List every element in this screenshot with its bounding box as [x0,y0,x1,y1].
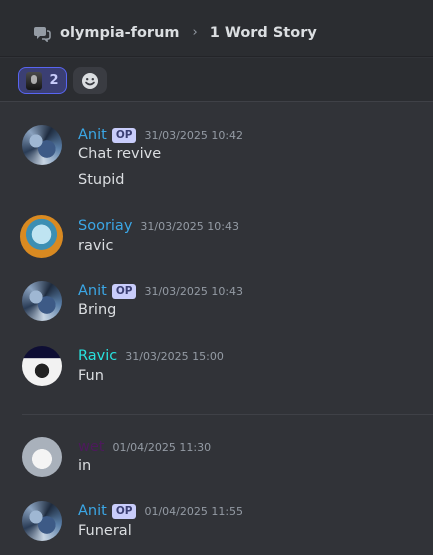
message-header: Ravic 31/03/2025 15:00 [78,346,224,366]
message-text: in [78,458,92,474]
message-header: Anit OP 31/03/2025 10:42 [78,125,243,145]
thread-title: 1 Word Story [209,24,317,41]
custom-emoji-icon [26,71,43,90]
avatar[interactable] [22,501,62,541]
smile-icon [82,72,98,89]
op-badge: OP [111,127,137,143]
timestamp: 01/04/2025 11:55 [144,504,244,518]
message-header: Anit OP 01/04/2025 11:55 [78,501,243,521]
op-badge: OP [111,503,137,519]
reaction-button[interactable]: 2 [18,67,67,94]
add-reaction-button[interactable] [73,67,107,94]
avatar[interactable] [22,281,62,321]
avatar[interactable] [22,346,62,386]
reaction-bar: 2 [0,58,433,102]
author-name[interactable]: Sooriay [78,218,132,234]
forum-channel-icon [32,23,52,43]
timestamp: 01/04/2025 11:30 [112,440,212,454]
author-name[interactable]: wet [78,439,104,455]
op-badge: OP [111,283,137,299]
timestamp: 31/03/2025 10:43 [144,284,244,298]
message-text: Chat revive [78,146,162,162]
message-text: Fun [78,368,104,384]
timestamp: 31/03/2025 10:42 [144,128,244,142]
reaction-count: 2 [49,73,59,88]
author-name[interactable]: Ravic [78,348,117,364]
author-name[interactable]: Anit [78,283,107,299]
forum-breadcrumb[interactable]: olympia-forum [60,25,180,41]
thread-header: olympia-forum › 1 Word Story [0,9,433,57]
timestamp: 31/03/2025 15:00 [125,349,224,363]
chevron-right-icon: › [192,25,198,40]
date-divider [22,414,433,415]
author-name[interactable]: Anit [78,127,107,143]
timestamp: 31/03/2025 10:43 [140,219,240,233]
message-text: Funeral [78,523,132,539]
message-text: Stupid [78,172,125,188]
window-top-strip [0,0,433,9]
message-header: wet 01/04/2025 11:30 [78,437,211,457]
message-header: Anit OP 31/03/2025 10:43 [78,281,243,301]
avatar[interactable] [22,437,62,477]
message-text: Bring [78,302,117,318]
avatar[interactable] [22,125,62,165]
avatar[interactable] [20,215,63,258]
message-text: ravic [78,238,114,254]
author-name[interactable]: Anit [78,503,107,519]
message-header: Sooriay 31/03/2025 10:43 [78,216,239,236]
